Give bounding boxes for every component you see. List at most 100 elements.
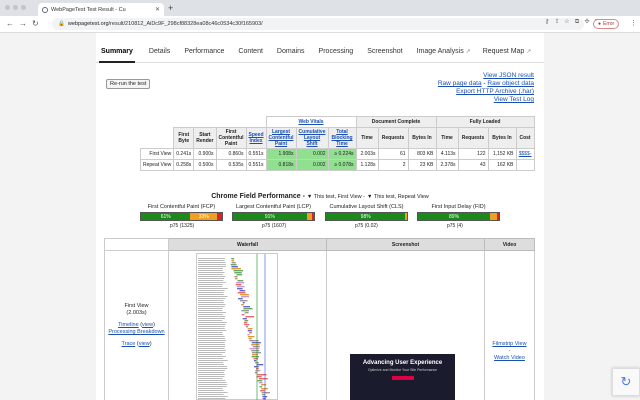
waterfall-request-label [198, 324, 226, 325]
forward-icon[interactable]: → [19, 19, 27, 28]
waterfall-request-label [198, 262, 226, 263]
window-controls[interactable] [5, 5, 26, 10]
metric-good-segment: 61% [141, 213, 191, 220]
processing-breakdown-link[interactable]: Processing Breakdown [108, 329, 164, 335]
col-cost: Cost [515, 127, 535, 149]
screenshot-cta [391, 376, 414, 380]
tab-screenshot[interactable]: Screenshot [362, 45, 407, 62]
waterfall-request-label [198, 270, 223, 271]
waterfall-request-label [198, 372, 224, 373]
menu-icon[interactable]: ⋮ [630, 19, 637, 27]
web-vitals-link[interactable]: Web Vitals [298, 119, 323, 125]
cost-link[interactable]: $$$$- [519, 151, 532, 157]
tab-processing[interactable]: Processing [314, 45, 359, 62]
tab-details[interactable]: Details [144, 45, 175, 62]
key-icon[interactable]: ⚷ [544, 19, 550, 26]
reload-icon[interactable]: ↻ [32, 19, 39, 28]
share-icon[interactable]: ⇪ [554, 19, 560, 26]
raw-object-data-link[interactable]: Raw object data [487, 80, 534, 87]
waterfall-request-label [198, 394, 224, 395]
minimize-window-dot[interactable] [13, 5, 18, 10]
col-lcp[interactable]: Largest Contentful Paint [269, 129, 294, 147]
filmstrip-link[interactable]: Filmstrip View [492, 341, 526, 347]
waterfall-chart [198, 254, 270, 400]
tab-content[interactable]: Content [233, 45, 268, 62]
trace-link[interactable]: Trace [121, 341, 135, 347]
table-cell: 0.551s [245, 159, 267, 171]
new-tab-icon[interactable]: + [168, 3, 173, 13]
recaptcha-icon[interactable]: ↻ [612, 368, 640, 396]
avatar: ● [598, 21, 602, 27]
waterfall-request-label [198, 354, 223, 355]
back-icon[interactable]: ← [6, 19, 14, 28]
timeline-link[interactable]: Timeline [118, 322, 139, 328]
waterfall-request-bar [237, 280, 244, 282]
metric-good-segment: 89% [418, 213, 491, 220]
waterfall-request-label [198, 370, 225, 371]
extension-icon[interactable]: ⧉ [574, 19, 580, 26]
col-start-render: Start Render [193, 127, 217, 149]
waterfall-request-label [198, 278, 225, 279]
rerun-test-button[interactable]: Re-run the test [106, 79, 151, 89]
waterfall-request-label [198, 380, 226, 381]
waterfall-request-bar [242, 302, 245, 304]
tab-request-map[interactable]: Request Map ↗ [478, 45, 537, 62]
close-tab-icon[interactable]: ✕ [155, 6, 160, 13]
profile-error-label: Error [603, 21, 615, 27]
waterfall-request-label [198, 302, 224, 303]
waterfall-request-label [198, 258, 225, 259]
table-cell: 803 KB [407, 148, 437, 160]
col-cls[interactable]: Cumulative Layout Shift [299, 129, 326, 147]
tab-image-analysis[interactable]: Image Analysis ↗ [412, 45, 476, 62]
tab-performance[interactable]: Performance [179, 45, 229, 62]
waterfall-request-bar [248, 338, 252, 340]
screenshot-headline: Advancing User Experience [362, 360, 443, 366]
waterfall-request-label [198, 352, 226, 353]
waterfall-request-bar [254, 360, 257, 362]
tab-summary[interactable]: Summary [96, 45, 138, 63]
waterfall-request-bar [244, 312, 249, 314]
cfp-legend-first: ▼ This test, First View - [306, 194, 366, 200]
waterfall-request-label [198, 340, 226, 341]
profile-error-button[interactable]: ● Error [593, 19, 620, 29]
waterfall-request-bar [251, 350, 260, 352]
export-har-link[interactable]: Export HTTP Archive (.har) [438, 88, 534, 96]
star-icon[interactable]: ☆ [564, 19, 570, 26]
waterfall-request-label [198, 264, 226, 265]
table-cell: 2.378s [435, 159, 459, 171]
waterfall-request-label [198, 348, 225, 349]
tab-domains[interactable]: Domains [272, 45, 310, 62]
url-field[interactable]: 🔒 webpagetest.org/result/210812_AiDc9F_2… [52, 18, 584, 30]
waterfall-request-label [198, 260, 225, 261]
maximize-window-dot[interactable] [21, 5, 26, 10]
browser-tab[interactable]: WebPageTest Test Result - Cu ✕ [38, 3, 164, 16]
waterfall-request-label [198, 396, 228, 397]
waterfall-request-bar [237, 292, 246, 294]
waterfall-request-bar [241, 314, 245, 316]
waterfall-request-label [198, 290, 225, 291]
view-json-link[interactable]: View JSON result [438, 72, 534, 80]
result-links: View JSON result Raw page data - Raw obj… [437, 72, 534, 104]
close-window-dot[interactable] [5, 5, 10, 10]
view-test-log-link[interactable]: View Test Log [438, 96, 534, 104]
puzzle-icon[interactable]: ✣ [584, 19, 590, 26]
col-tbt[interactable]: Total Blocking Time [331, 129, 352, 147]
waterfall-thumbnail[interactable] [196, 253, 278, 400]
waterfall-request-bar [230, 264, 237, 266]
waterfall-request-bar [234, 272, 242, 274]
waterfall-request-label [198, 388, 223, 389]
screenshot-thumbnail[interactable]: Advancing User Experience Optimize and M… [350, 349, 455, 400]
waterfall-request-label [198, 386, 227, 387]
col-speed-index[interactable]: Speed Index [249, 132, 264, 144]
waterfall-request-bar [261, 384, 267, 386]
waterfall-request-label [198, 374, 225, 375]
col-dc-time: Time [355, 127, 379, 149]
trace-view-link[interactable]: view [139, 341, 150, 347]
waterfall-request-bar [241, 310, 249, 312]
watch-video-link[interactable]: Watch Video [494, 355, 525, 361]
timeline-view-link[interactable]: view [142, 322, 153, 328]
table-cell: 122 [457, 148, 489, 160]
col-dc-bytes: Bytes In [407, 127, 437, 149]
raw-page-data-link[interactable]: Raw page data [438, 80, 482, 87]
waterfall-request-bar [244, 320, 249, 322]
